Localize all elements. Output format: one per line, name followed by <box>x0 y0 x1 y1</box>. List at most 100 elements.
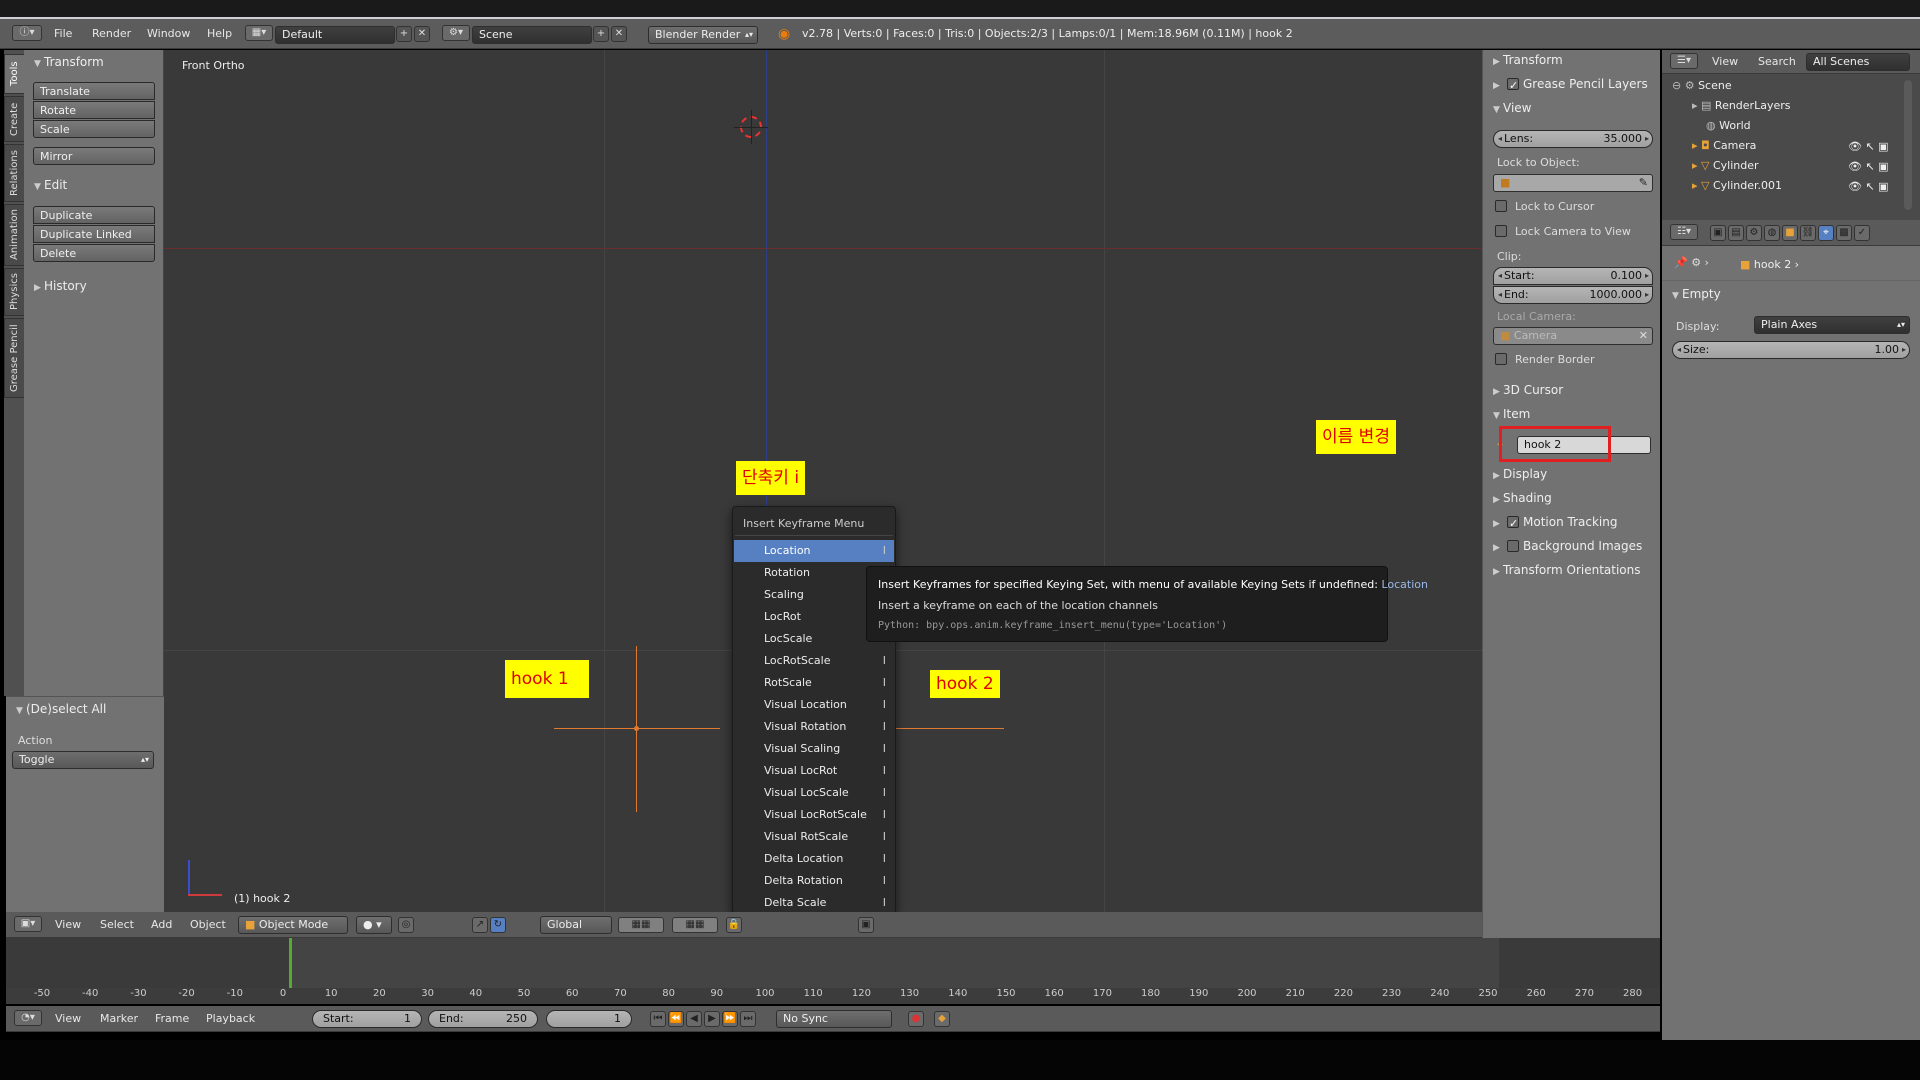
hook2-empty-horizontal[interactable] <box>894 728 1004 729</box>
keyframe-menu-item[interactable]: Visual Rotation I <box>734 716 894 738</box>
transform-orientations-header[interactable]: ▶ Transform Orientations <box>1493 560 1641 580</box>
scale-button[interactable]: Scale <box>33 120 155 138</box>
render-tab-icon[interactable]: ▣ <box>1710 225 1726 241</box>
timeline-ruler[interactable]: -50 -40 -30 -20 -10 0 10 20 30 40 50 60 70 80 90 100 110… <box>6 988 1660 1004</box>
tab-animation[interactable]: Animation <box>4 204 26 266</box>
display-header[interactable]: ▶ Display <box>1493 464 1547 484</box>
keying-icon[interactable]: ◆ <box>934 1011 950 1027</box>
size-field[interactable]: ◂ Size: 1.00 ▸ <box>1672 341 1910 359</box>
keyframe-menu-item[interactable]: Visual LocRot I <box>734 760 894 782</box>
play-reverse-icon[interactable]: ◀ <box>686 1011 702 1027</box>
layers-grid-icon[interactable]: ▦▦ <box>618 917 664 933</box>
outliner-eye-icon[interactable]: 👁 ↖ ▣ <box>1848 180 1889 193</box>
tab-relations[interactable]: Relations <box>4 144 26 202</box>
menu-render[interactable]: Render <box>92 22 131 46</box>
texture-tab-icon[interactable]: ▩ <box>1836 225 1852 241</box>
layers-grid-icon[interactable]: ▦▦ <box>672 917 718 933</box>
pin-icon[interactable]: 📌 ⚙ › <box>1674 256 1709 269</box>
3d-cursor-icon[interactable] <box>734 110 768 144</box>
outliner-editor-type-icon[interactable]: ☰▾ <box>1670 53 1698 69</box>
menu-window[interactable]: Window <box>147 22 190 46</box>
delete-button[interactable]: Delete <box>33 244 155 262</box>
outliner-eye-icon[interactable]: 👁 ↖ ▣ <box>1848 160 1889 173</box>
duplicate-linked-button[interactable]: Duplicate Linked <box>33 225 155 243</box>
layout-add-icon[interactable]: + <box>396 26 412 42</box>
clear-icon[interactable]: ✕ <box>1639 328 1648 344</box>
keyframe-menu-item[interactable]: Visual Location I <box>734 694 894 716</box>
outliner-scrollbar[interactable] <box>1904 80 1912 210</box>
outliner-row-cylinder-001[interactable]: ▸ ▽ Cylinder.001 <box>1692 176 1782 196</box>
vp-menu-object[interactable]: Object <box>190 913 226 937</box>
screen-layout-icon[interactable]: ▦▾ <box>245 25 273 41</box>
manipulator-translate-icon[interactable]: ↗ <box>472 917 488 933</box>
clip-end-field[interactable]: ◂ End: 1000.000 ▸ <box>1493 286 1653 304</box>
outliner-row-scene[interactable]: ⊖ ⚙ Scene <box>1672 76 1732 96</box>
properties-editor-type-icon[interactable]: ☷▾ <box>1670 224 1698 240</box>
object-tab-icon[interactable]: ■ <box>1782 225 1798 241</box>
pivot-icon[interactable]: ◎ <box>398 917 414 933</box>
tab-grease-pencil[interactable]: Grease Pencil <box>4 318 26 398</box>
scene-tab-icon[interactable]: ⚙ <box>1746 225 1762 241</box>
keyframe-menu-item[interactable]: Visual RotScale I <box>734 826 894 848</box>
eyedropper-icon[interactable]: ✎ <box>1639 175 1648 191</box>
render-engine-select[interactable]: Blender Render ▴▾ <box>648 26 758 44</box>
outliner-menu-search[interactable]: Search <box>1758 50 1796 74</box>
keyframe-menu-item[interactable]: Delta Location I <box>734 848 894 870</box>
shading-header[interactable]: ▶ Shading <box>1493 488 1552 508</box>
orientation-select[interactable]: Global <box>540 916 612 934</box>
scene-field[interactable]: Scene <box>472 26 592 44</box>
view3d-editor-type-icon[interactable]: ▣▾ <box>14 916 42 932</box>
tab-physics[interactable]: Physics <box>4 268 26 316</box>
render-layers-tab-icon[interactable]: ▤ <box>1728 225 1744 241</box>
render-icon[interactable]: ▣ <box>858 917 874 933</box>
operator-panel-header[interactable]: ▼ (De)select All <box>16 699 106 719</box>
timeline-editor-type-icon[interactable]: ◔▾ <box>14 1010 42 1026</box>
jump-keyframe-back-icon[interactable]: ⏪ <box>668 1011 684 1027</box>
outliner-eye-icon[interactable]: 👁 ↖ ▣ <box>1848 140 1889 153</box>
translate-button[interactable]: Translate <box>33 82 155 100</box>
edit-panel-header[interactable]: ▼ Edit <box>34 175 67 195</box>
tl-menu-playback[interactable]: Playback <box>206 1007 255 1031</box>
record-icon[interactable]: ● <box>908 1011 924 1027</box>
local-camera-field[interactable]: ■ Camera ✕ <box>1493 327 1653 345</box>
display-type-select[interactable]: Plain Axes ▴▾ <box>1754 316 1910 334</box>
lock-to-cursor-checkbox[interactable] <box>1495 200 1507 212</box>
keyframe-menu-item[interactable]: LocRotScale I <box>734 650 894 672</box>
info-editor-type-icon[interactable]: ⓘ▾ <box>12 25 42 41</box>
physics-tab-icon[interactable]: ✓ <box>1854 225 1870 241</box>
motion-tracking-checkbox[interactable] <box>1507 514 1519 534</box>
outliner-row-camera[interactable]: ▸ ◘ Camera <box>1692 136 1756 156</box>
jump-start-icon[interactable]: ⏮ <box>650 1011 666 1027</box>
background-images-header[interactable]: ▶ Background Images <box>1493 536 1642 556</box>
vp-menu-view[interactable]: View <box>55 913 81 937</box>
world-tab-icon[interactable]: ◍ <box>1764 225 1780 241</box>
item-header[interactable]: ▼ Item <box>1493 404 1530 424</box>
menu-help[interactable]: Help <box>207 22 232 46</box>
timeline-area[interactable] <box>6 938 1660 992</box>
keyframe-menu-item[interactable]: Delta Rotation I <box>734 870 894 892</box>
view-header[interactable]: ▼ View <box>1493 98 1531 118</box>
tl-menu-view[interactable]: View <box>55 1007 81 1031</box>
jump-keyframe-forward-icon[interactable]: ⏩ <box>722 1011 738 1027</box>
scene-close-icon[interactable]: ✕ <box>611 26 627 42</box>
scene-add-icon[interactable]: + <box>593 26 609 42</box>
menu-file[interactable]: File <box>54 22 72 46</box>
screen-layout-field[interactable]: Default <box>275 26 395 44</box>
lens-field[interactable]: ◂ Lens: 35.000 ▸ <box>1493 130 1653 148</box>
end-frame-field[interactable]: End: 250 <box>428 1010 538 1028</box>
shading-select[interactable]: ● ▾ <box>356 916 392 934</box>
current-frame-field[interactable]: 1 <box>546 1010 632 1028</box>
background-images-checkbox[interactable] <box>1507 540 1519 552</box>
rotate-button[interactable]: Rotate <box>33 101 155 119</box>
vp-menu-add[interactable]: Add <box>151 913 172 937</box>
grease-pencil-checkbox[interactable] <box>1507 76 1519 96</box>
manipulator-rotate-icon[interactable]: ↻ <box>490 917 506 933</box>
render-border-checkbox[interactable] <box>1495 353 1507 365</box>
outliner-filter-select[interactable]: All Scenes <box>1806 53 1910 71</box>
play-icon[interactable]: ▶ <box>704 1011 720 1027</box>
keyframe-menu-item[interactable]: Visual Scaling I <box>734 738 894 760</box>
keyframe-menu-item[interactable]: RotScale I <box>734 672 894 694</box>
outliner-row-world[interactable]: ◍ World <box>1706 116 1751 136</box>
keyframe-menu-item[interactable]: Delta Scale I <box>734 892 894 914</box>
sync-select[interactable]: No Sync <box>776 1010 892 1028</box>
